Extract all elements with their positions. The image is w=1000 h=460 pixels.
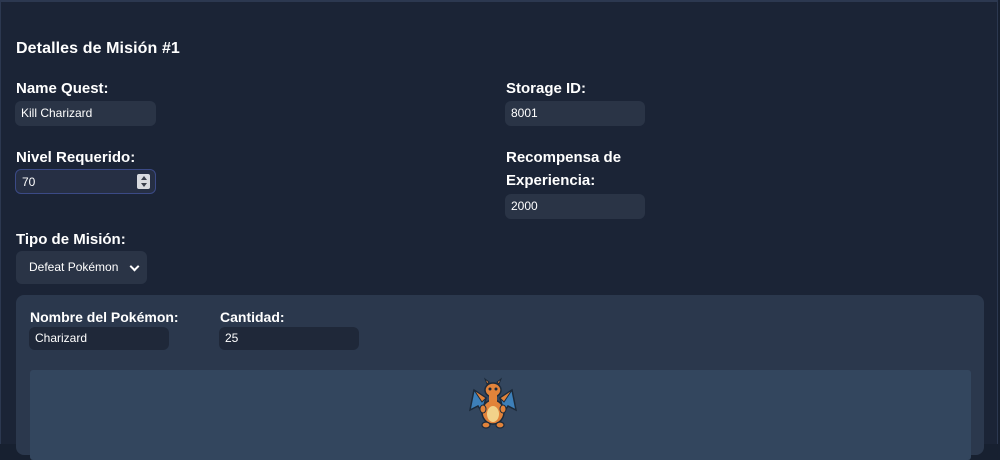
tipo-mision-label: Tipo de Misión: xyxy=(16,231,126,248)
recompensa-label-line2: Experiencia: xyxy=(506,172,596,189)
spinner-up-icon[interactable] xyxy=(140,176,147,180)
nivel-requerido-input[interactable]: 70 xyxy=(15,169,156,194)
pokemon-image-box xyxy=(30,370,971,460)
recompensa-label-line1: Recompensa de xyxy=(506,149,622,166)
charizard-sprite-icon xyxy=(468,377,518,429)
cantidad-label: Cantidad: xyxy=(220,309,285,325)
name-quest-input[interactable]: Kill Charizard xyxy=(15,101,156,126)
storage-id-label: Storage ID: xyxy=(506,80,587,97)
recompensa-input[interactable]: 2000 xyxy=(505,194,645,219)
nivel-requerido-value: 70 xyxy=(22,175,36,189)
mission-details-panel: Detalles de Misión #1 Name Quest: Kill C… xyxy=(0,0,998,460)
storage-id-input[interactable]: 8001 xyxy=(505,101,645,126)
tipo-mision-selected: Defeat Pokémon xyxy=(29,260,119,274)
nombre-pokemon-input[interactable]: Charizard xyxy=(29,327,169,350)
nivel-requerido-label: Nivel Requerido: xyxy=(16,149,136,166)
chevron-down-icon xyxy=(129,261,140,272)
number-spinner[interactable] xyxy=(137,174,150,189)
nombre-pokemon-label: Nombre del Pokémon: xyxy=(30,309,179,325)
spinner-down-icon[interactable] xyxy=(140,183,147,187)
cantidad-input[interactable]: 25 xyxy=(219,327,359,350)
name-quest-label: Name Quest: xyxy=(16,80,109,97)
tipo-mision-select[interactable]: Defeat Pokémon xyxy=(16,251,147,284)
pokemon-section: Nombre del Pokémon: Charizard Cantidad: … xyxy=(16,295,984,460)
page-title: Detalles de Misión #1 xyxy=(16,40,180,57)
